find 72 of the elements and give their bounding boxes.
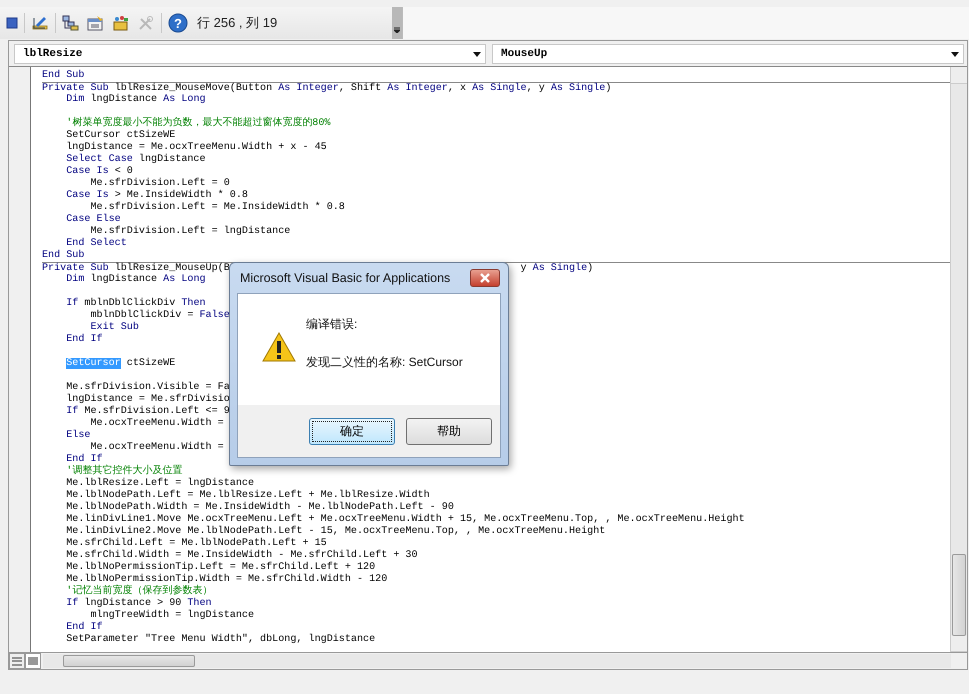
code-line: Me.sfrChild.Width = Me.InsideWidth - Me.sfrChild.Left + 30: [65, 550, 418, 562]
code-line: If Me.sfrDivision.Left <= 9: [65, 406, 230, 418]
code-line: '记忆当前宽度（保存到参数表）: [65, 586, 212, 598]
code-line: Me.sfrDivision.Left = Me.InsideWidth * 0.8: [89, 202, 345, 214]
code-line: End If: [65, 334, 103, 346]
code-line: Me.sfrDivision.Left = 0: [89, 178, 230, 190]
code-line: Me.lblNoPermissionTip.Width = Me.sfrChild.Width - 120: [65, 574, 388, 585]
ok-button[interactable]: 确定: [309, 418, 395, 444]
code-line: Me.lblNodePath.Width = Me.InsideWidth - Me.lblNodePath.Left - 90: [65, 502, 454, 514]
code-line: Me.linDivLine1.Move Me.ocxTreeMenu.Left + Me.ocxTreeMenu.Width + 15, Me.ocxTreeMenu.Top, , Me.ocxTreeMenu.Height: [65, 514, 745, 526]
code-line: If mblnDblClickDiv Then: [65, 298, 206, 310]
dropdown-arrow-icon: [473, 52, 481, 56]
toolbox-icon: [112, 15, 130, 31]
code-line: SetParameter "Tree Menu Width", dbLong, lngDistance: [65, 634, 376, 646]
object-dropdown[interactable]: lblResize: [14, 44, 486, 64]
full-module-view-button[interactable]: [25, 653, 41, 669]
code-line: '调整其它控件大小及位置: [65, 466, 182, 478]
lines-icon: [12, 656, 22, 666]
code-line: Dim lngDistance As Long: [65, 274, 206, 286]
code-line: lngDistance = Me.ocxTreeMenu.Width + x - 45: [65, 142, 327, 154]
code-line: End If: [65, 454, 103, 465]
code-line: Me.ocxTreeMenu.Width =: [90, 418, 224, 430]
dropdown-arrow-icon: [951, 52, 959, 56]
cursor-position: 行 256 , 列 19: [197, 14, 278, 32]
code-line: Me.linDivLine2.Move Me.lblNodePath.Left - 15, Me.ocxTreeMenu.Top, , Me.ocxTreeMenu.Height: [65, 526, 606, 538]
code-line: Me.lblResize.Left = lngDistance: [65, 478, 254, 490]
code-line: Me.ocxTreeMenu.Width =: [89, 442, 224, 454]
horizontal-scrollbar[interactable]: [43, 654, 951, 668]
procedure-dropdown[interactable]: MouseUp: [492, 44, 964, 64]
code-line: Me.lblNodePath.Left = Me.lblResize.Left + Me.lblResize.Width: [65, 490, 430, 502]
vertical-scrollbar[interactable]: [950, 67, 967, 652]
code-line: mblnDblClickDiv = False: [89, 310, 230, 322]
lines-icon: [28, 656, 38, 666]
code-line: SetCursor ctSizeWE: [65, 130, 176, 142]
square-icon: [6, 17, 18, 29]
code-line: Private Sub lblResize_MouseMove(Button As Integer, Shift As Integer, x As Single, y As Single): [42, 83, 612, 94]
code-line: y As Single): [520, 263, 594, 274]
toolbar-options-button[interactable]: [392, 7, 402, 39]
code-line: Private Sub lblResize_MouseUp(B: [42, 263, 230, 274]
code-line: End If: [65, 622, 103, 634]
code-line: SetCursor ctSizeWE: [65, 358, 176, 370]
close-button[interactable]: [470, 269, 500, 287]
code-line: End Sub: [42, 250, 84, 262]
code-line: Me.sfrChild.Left = Me.lblNodePath.Left + 15: [65, 538, 327, 550]
code-line: Case Else: [65, 214, 121, 226]
code-line: Case Is < 0: [65, 166, 133, 178]
tools-icon: [137, 15, 155, 31]
code-line: Case Is > Me.InsideWidth * 0.8: [65, 190, 248, 202]
code-line: lngDistance = Me.sfrDivisio: [65, 394, 230, 406]
code-line: Me.lblNoPermissionTip.Left = Me.sfrChild.Left + 120: [65, 562, 376, 574]
project-tree-icon: [62, 15, 80, 31]
code-line: Exit Sub: [89, 322, 139, 334]
code-line: Select Case lngDistance: [65, 154, 206, 166]
code-line: If lngDistance > 90 Then: [65, 598, 212, 610]
ruler-pencil-icon: [31, 15, 49, 31]
error-message: 发现二义性的名称: SetCursor: [306, 354, 463, 371]
code-line: mlngTreeWidth = lngDistance: [89, 610, 254, 622]
warning-icon: [262, 332, 296, 362]
dialog-title: Microsoft Visual Basic for Applications: [240, 271, 450, 285]
help-button[interactable]: 帮助: [406, 418, 492, 444]
code-line: Else: [65, 430, 90, 442]
error-heading: 编译错误:: [306, 316, 358, 333]
caret-icon: [394, 27, 400, 33]
procedure-view-button[interactable]: [9, 653, 25, 669]
code-line: Dim lngDistance As Long: [65, 94, 206, 106]
close-icon: [479, 273, 491, 283]
code-line: End Select: [65, 238, 127, 250]
code-line: '树菜单宽度最小不能为负数，最大不能超过窗体宽度的80%: [65, 118, 330, 130]
code-line: Me.sfrDivision.Left = lngDistance: [89, 226, 290, 238]
code-line: End Sub: [42, 70, 84, 82]
properties-window-icon: [87, 15, 105, 31]
code-line: Me.sfrDivision.Visible = Fa: [65, 382, 230, 394]
